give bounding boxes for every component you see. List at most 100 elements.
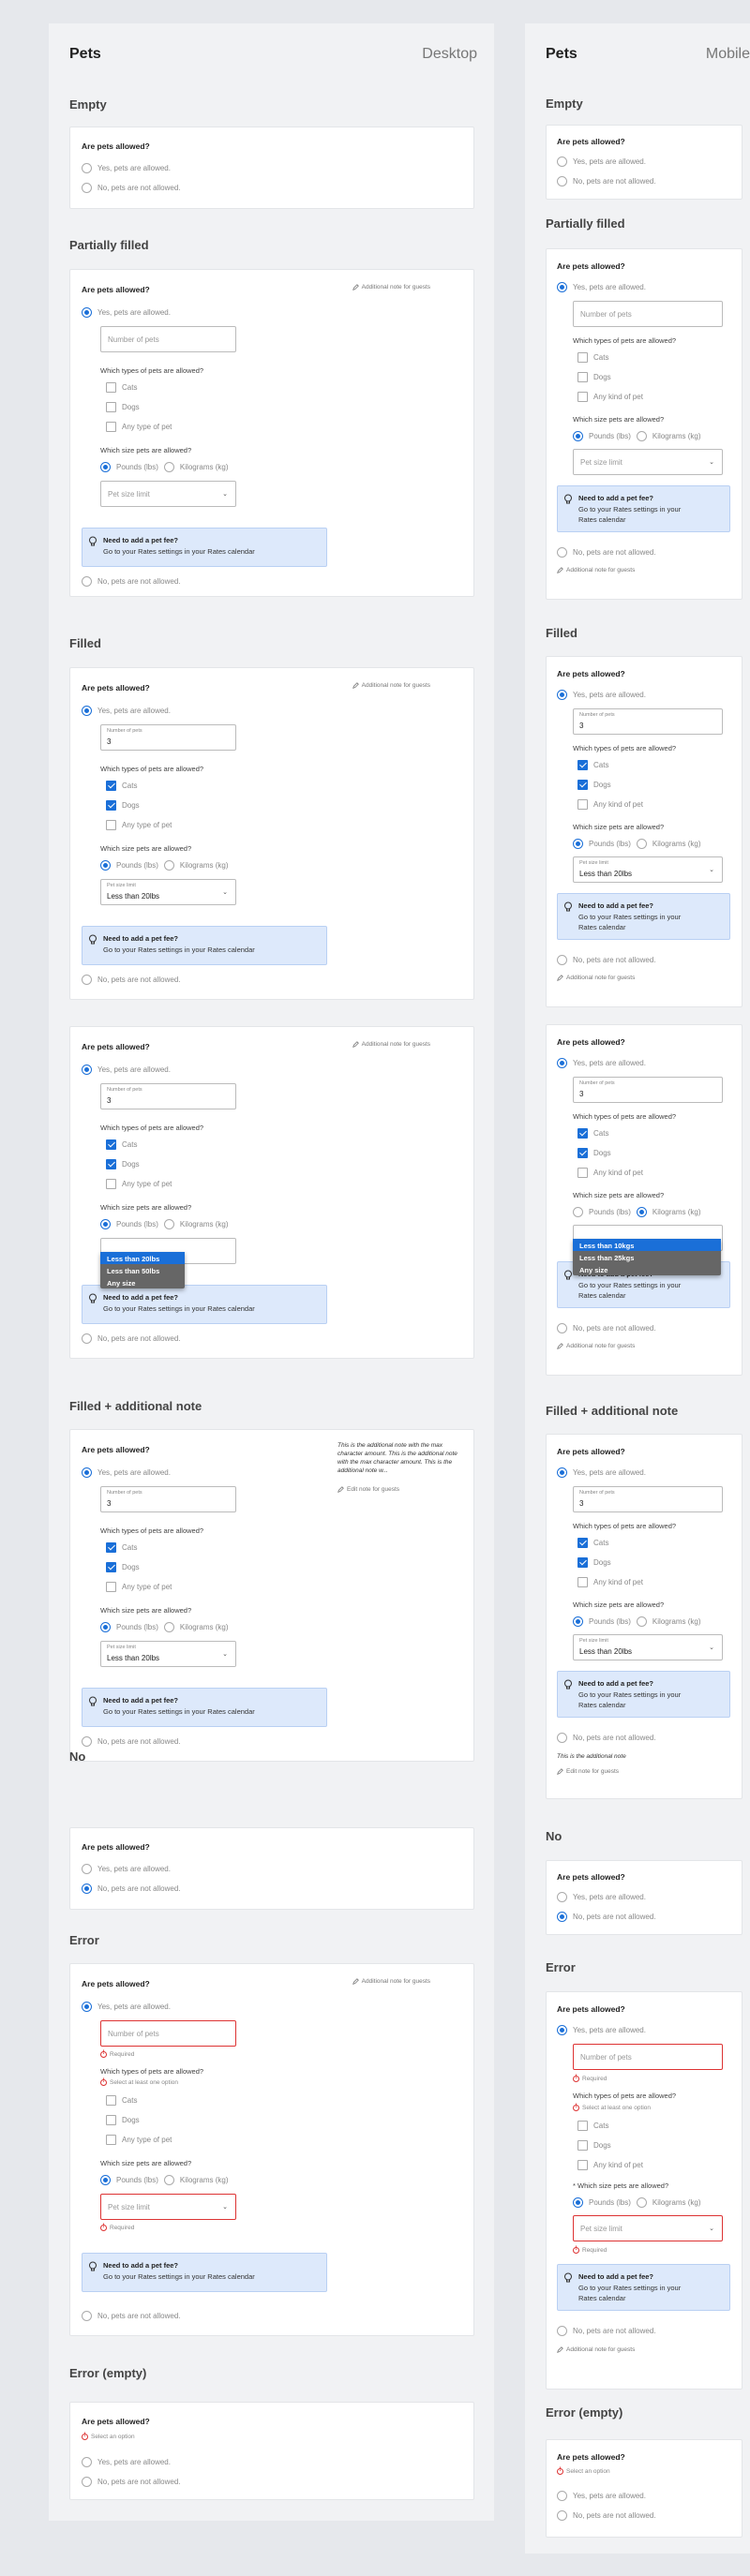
option-no[interactable]: No, pets are not allowed. bbox=[82, 2477, 181, 2487]
checkbox[interactable] bbox=[578, 2121, 588, 2131]
radio-selected[interactable] bbox=[557, 1912, 567, 1922]
checkbox-dogs[interactable]: Dogs bbox=[106, 2115, 140, 2125]
checkbox-any[interactable]: Any type of pet bbox=[106, 2135, 172, 2145]
radio[interactable] bbox=[636, 839, 647, 849]
checkbox[interactable] bbox=[578, 2140, 588, 2151]
option-no[interactable]: No, pets are not allowed. bbox=[557, 2510, 656, 2521]
rates-link[interactable]: Go to your Rates settings in your Rates … bbox=[103, 2271, 255, 2282]
radio[interactable] bbox=[557, 955, 567, 965]
add-note-link[interactable]: Additional note for guests bbox=[352, 682, 430, 689]
option-yes[interactable]: Yes, pets are allowed. bbox=[82, 2002, 171, 2012]
radio[interactable] bbox=[82, 2311, 92, 2321]
checkbox-cats[interactable]: Cats bbox=[578, 1538, 608, 1548]
radio[interactable] bbox=[82, 183, 92, 193]
add-note-link[interactable]: Additional note for guests bbox=[352, 284, 430, 290]
checkbox-cats[interactable]: Cats bbox=[106, 1542, 137, 1553]
checkbox[interactable] bbox=[578, 1577, 588, 1587]
checkbox-any[interactable]: Any kind of pet bbox=[578, 799, 643, 810]
rates-link[interactable]: Go to your Rates settings in your Rates c… bbox=[578, 1690, 681, 1710]
rates-link[interactable]: Go to your Rates settings in your Rates c… bbox=[578, 504, 681, 525]
option-no[interactable]: No, pets are not allowed. bbox=[82, 576, 181, 587]
add-note-link[interactable]: Additional note for guests bbox=[557, 1343, 635, 1349]
radio[interactable] bbox=[82, 1864, 92, 1874]
checkbox-dogs[interactable]: Dogs bbox=[578, 1148, 611, 1158]
add-note-link[interactable]: Additional note for guests bbox=[352, 1978, 430, 1985]
edit-note-link[interactable]: Edit note for guests bbox=[338, 1486, 399, 1493]
checkbox-any[interactable]: Any kind of pet bbox=[578, 392, 643, 402]
checkbox-checked[interactable] bbox=[578, 1538, 588, 1548]
add-note-link[interactable]: Additional note for guests bbox=[557, 975, 635, 981]
checkbox[interactable] bbox=[578, 2160, 588, 2170]
number-of-pets-input[interactable]: Number of pets 3 bbox=[573, 1486, 723, 1512]
rates-link[interactable]: Go to your Rates settings in your Rates … bbox=[103, 945, 255, 955]
option-yes[interactable]: Yes, pets are allowed. bbox=[557, 1892, 646, 1902]
pet-size-select-error[interactable]: Pet size limit ⌄ bbox=[100, 2194, 236, 2220]
checkbox[interactable] bbox=[578, 352, 588, 363]
radio[interactable] bbox=[557, 1892, 567, 1902]
checkbox-checked[interactable] bbox=[106, 1542, 116, 1553]
radio-lbs[interactable]: Pounds (lbs) Kilograms (kg) bbox=[100, 860, 229, 871]
radio-selected[interactable] bbox=[82, 307, 92, 318]
radio[interactable] bbox=[82, 163, 92, 173]
checkbox[interactable] bbox=[106, 422, 116, 432]
checkbox-any[interactable]: Any type of pet bbox=[106, 1179, 172, 1189]
dropdown-option[interactable]: Less than 10kgs bbox=[573, 1239, 721, 1251]
number-of-pets-input[interactable]: Number of pets bbox=[573, 301, 723, 327]
radio[interactable] bbox=[557, 2326, 567, 2336]
option-yes[interactable]: Yes, pets are allowed. bbox=[82, 1864, 171, 1874]
checkbox-cats[interactable]: Cats bbox=[106, 382, 137, 393]
option-no[interactable]: No, pets are not allowed. bbox=[82, 183, 181, 193]
radio[interactable] bbox=[82, 576, 92, 587]
rates-link[interactable]: Go to your Rates settings in your Rates … bbox=[103, 1706, 255, 1717]
radio[interactable] bbox=[163, 1622, 174, 1632]
radio[interactable] bbox=[82, 975, 92, 985]
checkbox-cats[interactable]: Cats bbox=[578, 2121, 608, 2131]
checkbox-checked[interactable] bbox=[578, 760, 588, 770]
radio[interactable] bbox=[557, 1323, 567, 1333]
number-of-pets-input[interactable]: Number of pets bbox=[100, 326, 236, 352]
checkbox[interactable] bbox=[106, 2135, 116, 2145]
option-no[interactable]: No, pets are not allowed. bbox=[557, 547, 656, 558]
radio[interactable] bbox=[557, 176, 567, 186]
radio-selected[interactable] bbox=[100, 1219, 111, 1229]
number-of-pets-input-error[interactable]: Number of pets bbox=[573, 2044, 723, 2070]
checkbox[interactable] bbox=[578, 372, 588, 382]
radio-lbs[interactable]: Pounds (lbs) Kilograms (kg) bbox=[100, 2175, 229, 2185]
checkbox[interactable] bbox=[106, 1582, 116, 1592]
checkbox-dogs[interactable]: Dogs bbox=[106, 800, 140, 811]
pet-size-select-error[interactable]: Pet size limit ⌄ bbox=[573, 2215, 723, 2241]
radio[interactable] bbox=[82, 1333, 92, 1344]
option-no[interactable]: No, pets are not allowed. bbox=[557, 1323, 656, 1333]
option-yes[interactable]: Yes, pets are allowed. bbox=[82, 1467, 171, 1478]
number-of-pets-input[interactable]: Number of pets 3 bbox=[100, 1083, 236, 1109]
option-no[interactable]: No, pets are not allowed. bbox=[82, 2311, 181, 2321]
radio-lbs[interactable]: Pounds (lbs) Kilograms (kg) bbox=[100, 462, 229, 472]
radio-kg[interactable]: Pounds (lbs) Kilograms (kg) bbox=[573, 1207, 701, 1217]
radio[interactable] bbox=[557, 2510, 567, 2521]
radio-selected[interactable] bbox=[82, 2002, 92, 2012]
checkbox-cats[interactable]: Cats bbox=[106, 781, 137, 791]
radio-selected[interactable] bbox=[573, 2197, 583, 2208]
checkbox-checked[interactable] bbox=[106, 1159, 116, 1169]
checkbox-dogs[interactable]: Dogs bbox=[106, 1159, 140, 1169]
radio[interactable] bbox=[557, 547, 567, 558]
radio-selected[interactable] bbox=[573, 1616, 583, 1627]
radio-selected[interactable] bbox=[573, 839, 583, 849]
checkbox-cats[interactable]: Cats bbox=[578, 352, 608, 363]
option-yes[interactable]: Yes, pets are allowed. bbox=[557, 2491, 646, 2501]
option-yes[interactable]: Yes, pets are allowed. bbox=[557, 1058, 646, 1068]
checkbox[interactable] bbox=[578, 1168, 588, 1178]
checkbox[interactable] bbox=[106, 1179, 116, 1189]
option-yes[interactable]: Yes, pets are allowed. bbox=[82, 307, 171, 318]
checkbox[interactable] bbox=[578, 392, 588, 402]
radio[interactable] bbox=[163, 860, 174, 871]
option-no[interactable]: No, pets are not allowed. bbox=[557, 1733, 656, 1743]
dropdown-option[interactable]: Less than 50lbs bbox=[100, 1264, 185, 1276]
radio-selected[interactable] bbox=[82, 706, 92, 716]
radio[interactable] bbox=[557, 156, 567, 167]
radio[interactable] bbox=[163, 1219, 174, 1229]
radio-selected[interactable] bbox=[100, 462, 111, 472]
number-of-pets-input-error[interactable]: Number of pets bbox=[100, 2020, 236, 2047]
option-yes[interactable]: Yes, pets are allowed. bbox=[82, 163, 171, 173]
radio-selected[interactable] bbox=[557, 690, 567, 700]
